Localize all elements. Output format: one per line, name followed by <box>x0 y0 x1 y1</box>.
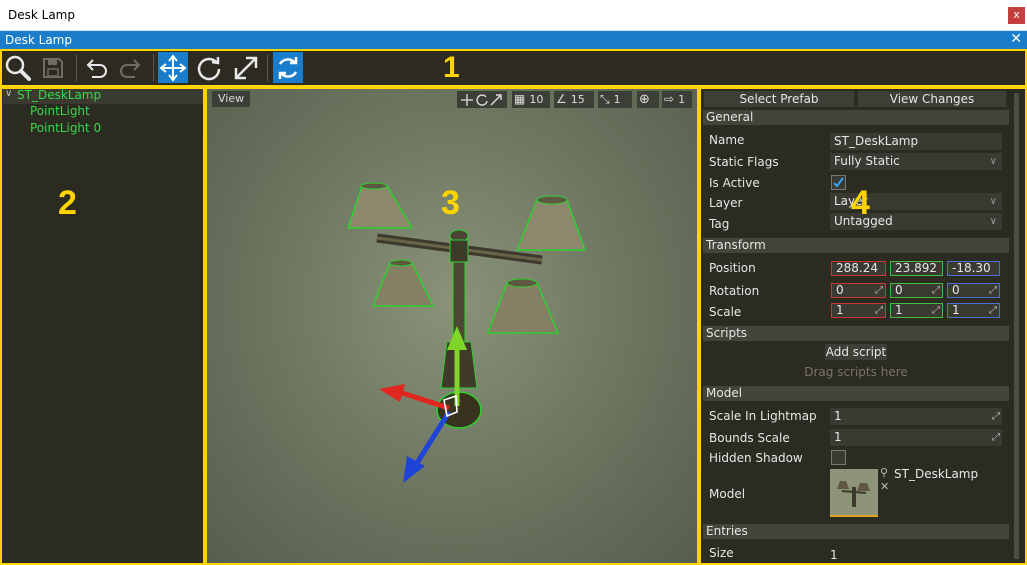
annotation-number-1: 1 <box>443 51 460 84</box>
annotation-number-4: 4 <box>851 184 870 222</box>
highlight-toolbar <box>0 49 1027 87</box>
dock-tab-bar: Desk Lamp ✕ <box>0 31 1027 49</box>
window-title: Desk Lamp <box>8 8 75 22</box>
highlight-properties <box>699 87 1027 565</box>
window-titlebar: Desk Lamp x <box>0 0 1027 31</box>
dock-tab-title[interactable]: Desk Lamp <box>5 33 72 47</box>
highlight-viewport <box>205 87 699 565</box>
dock-close-icon[interactable]: ✕ <box>1010 31 1022 47</box>
highlight-tree <box>0 87 205 565</box>
annotation-number-2: 2 <box>58 184 77 222</box>
annotation-number-3: 3 <box>441 184 460 222</box>
window-close-button[interactable]: x <box>1008 7 1025 24</box>
